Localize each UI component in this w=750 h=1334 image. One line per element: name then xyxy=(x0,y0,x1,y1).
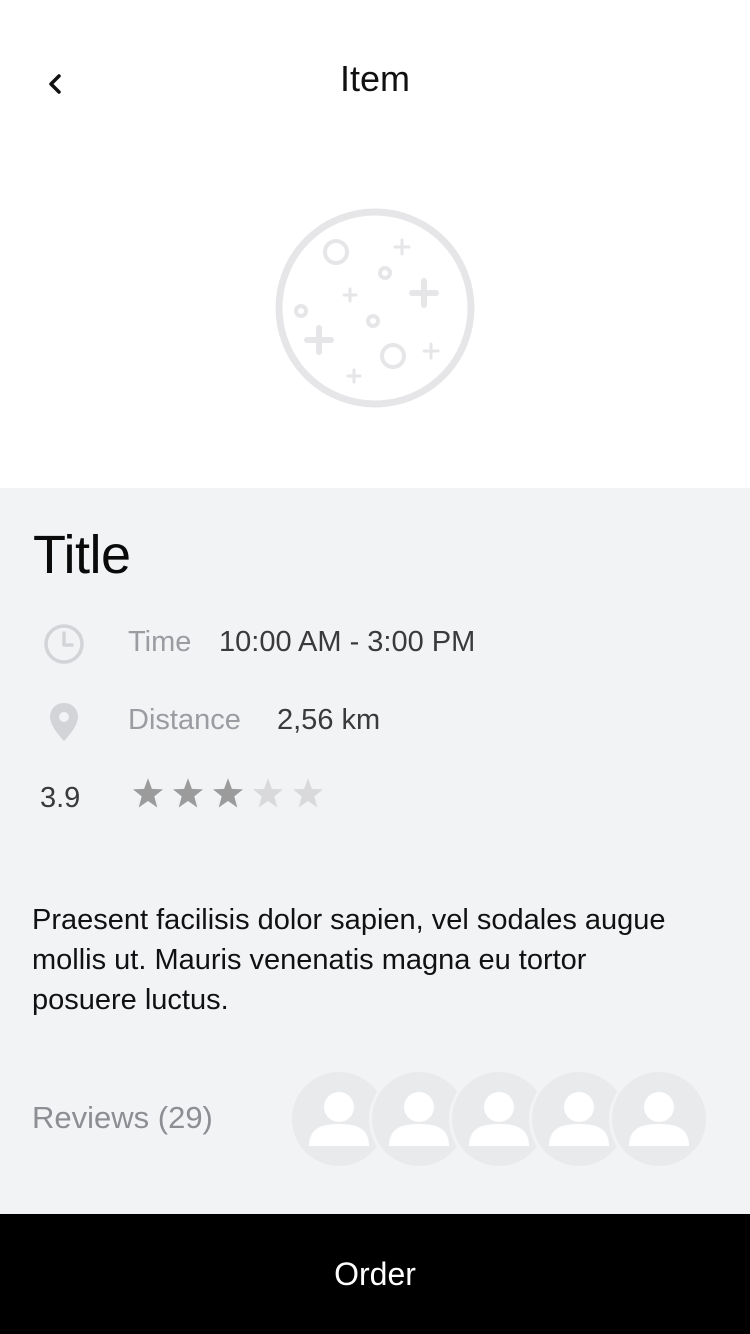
header-area: Item xyxy=(0,0,750,488)
distance-row: Distance 2,56 km xyxy=(0,692,750,752)
avatar xyxy=(612,1072,706,1166)
rating-value: 3.9 xyxy=(40,782,81,814)
distance-label: Distance xyxy=(128,704,241,736)
location-pin-icon xyxy=(42,700,86,744)
star-rating xyxy=(130,776,326,812)
reviewer-avatars[interactable] xyxy=(292,1072,712,1168)
star-icon xyxy=(253,778,283,808)
item-image-placeholder xyxy=(270,203,480,413)
placeholder-food-icon xyxy=(275,208,475,408)
star-icon xyxy=(133,778,163,808)
time-value: 10:00 AM - 3:00 PM xyxy=(219,626,476,658)
time-label: Time xyxy=(128,626,192,658)
time-row: Time 10:00 AM - 3:00 PM xyxy=(0,614,750,674)
star-icon xyxy=(293,778,323,808)
distance-value: 2,56 km xyxy=(277,704,381,736)
user-icon xyxy=(629,1092,689,1146)
order-button[interactable]: Order xyxy=(0,1214,750,1334)
page-title: Item xyxy=(339,58,410,99)
item-title: Title xyxy=(33,525,131,585)
item-details: Title Time 10:00 AM - 3:00 PM Distance 2… xyxy=(0,488,750,1214)
clock-icon xyxy=(42,622,86,666)
star-icon xyxy=(213,778,243,808)
reviews-link[interactable]: Reviews (29) xyxy=(32,1100,213,1136)
item-description: Praesent facilisis dolor sapien, vel sod… xyxy=(32,904,666,1016)
star-icon xyxy=(173,778,203,808)
